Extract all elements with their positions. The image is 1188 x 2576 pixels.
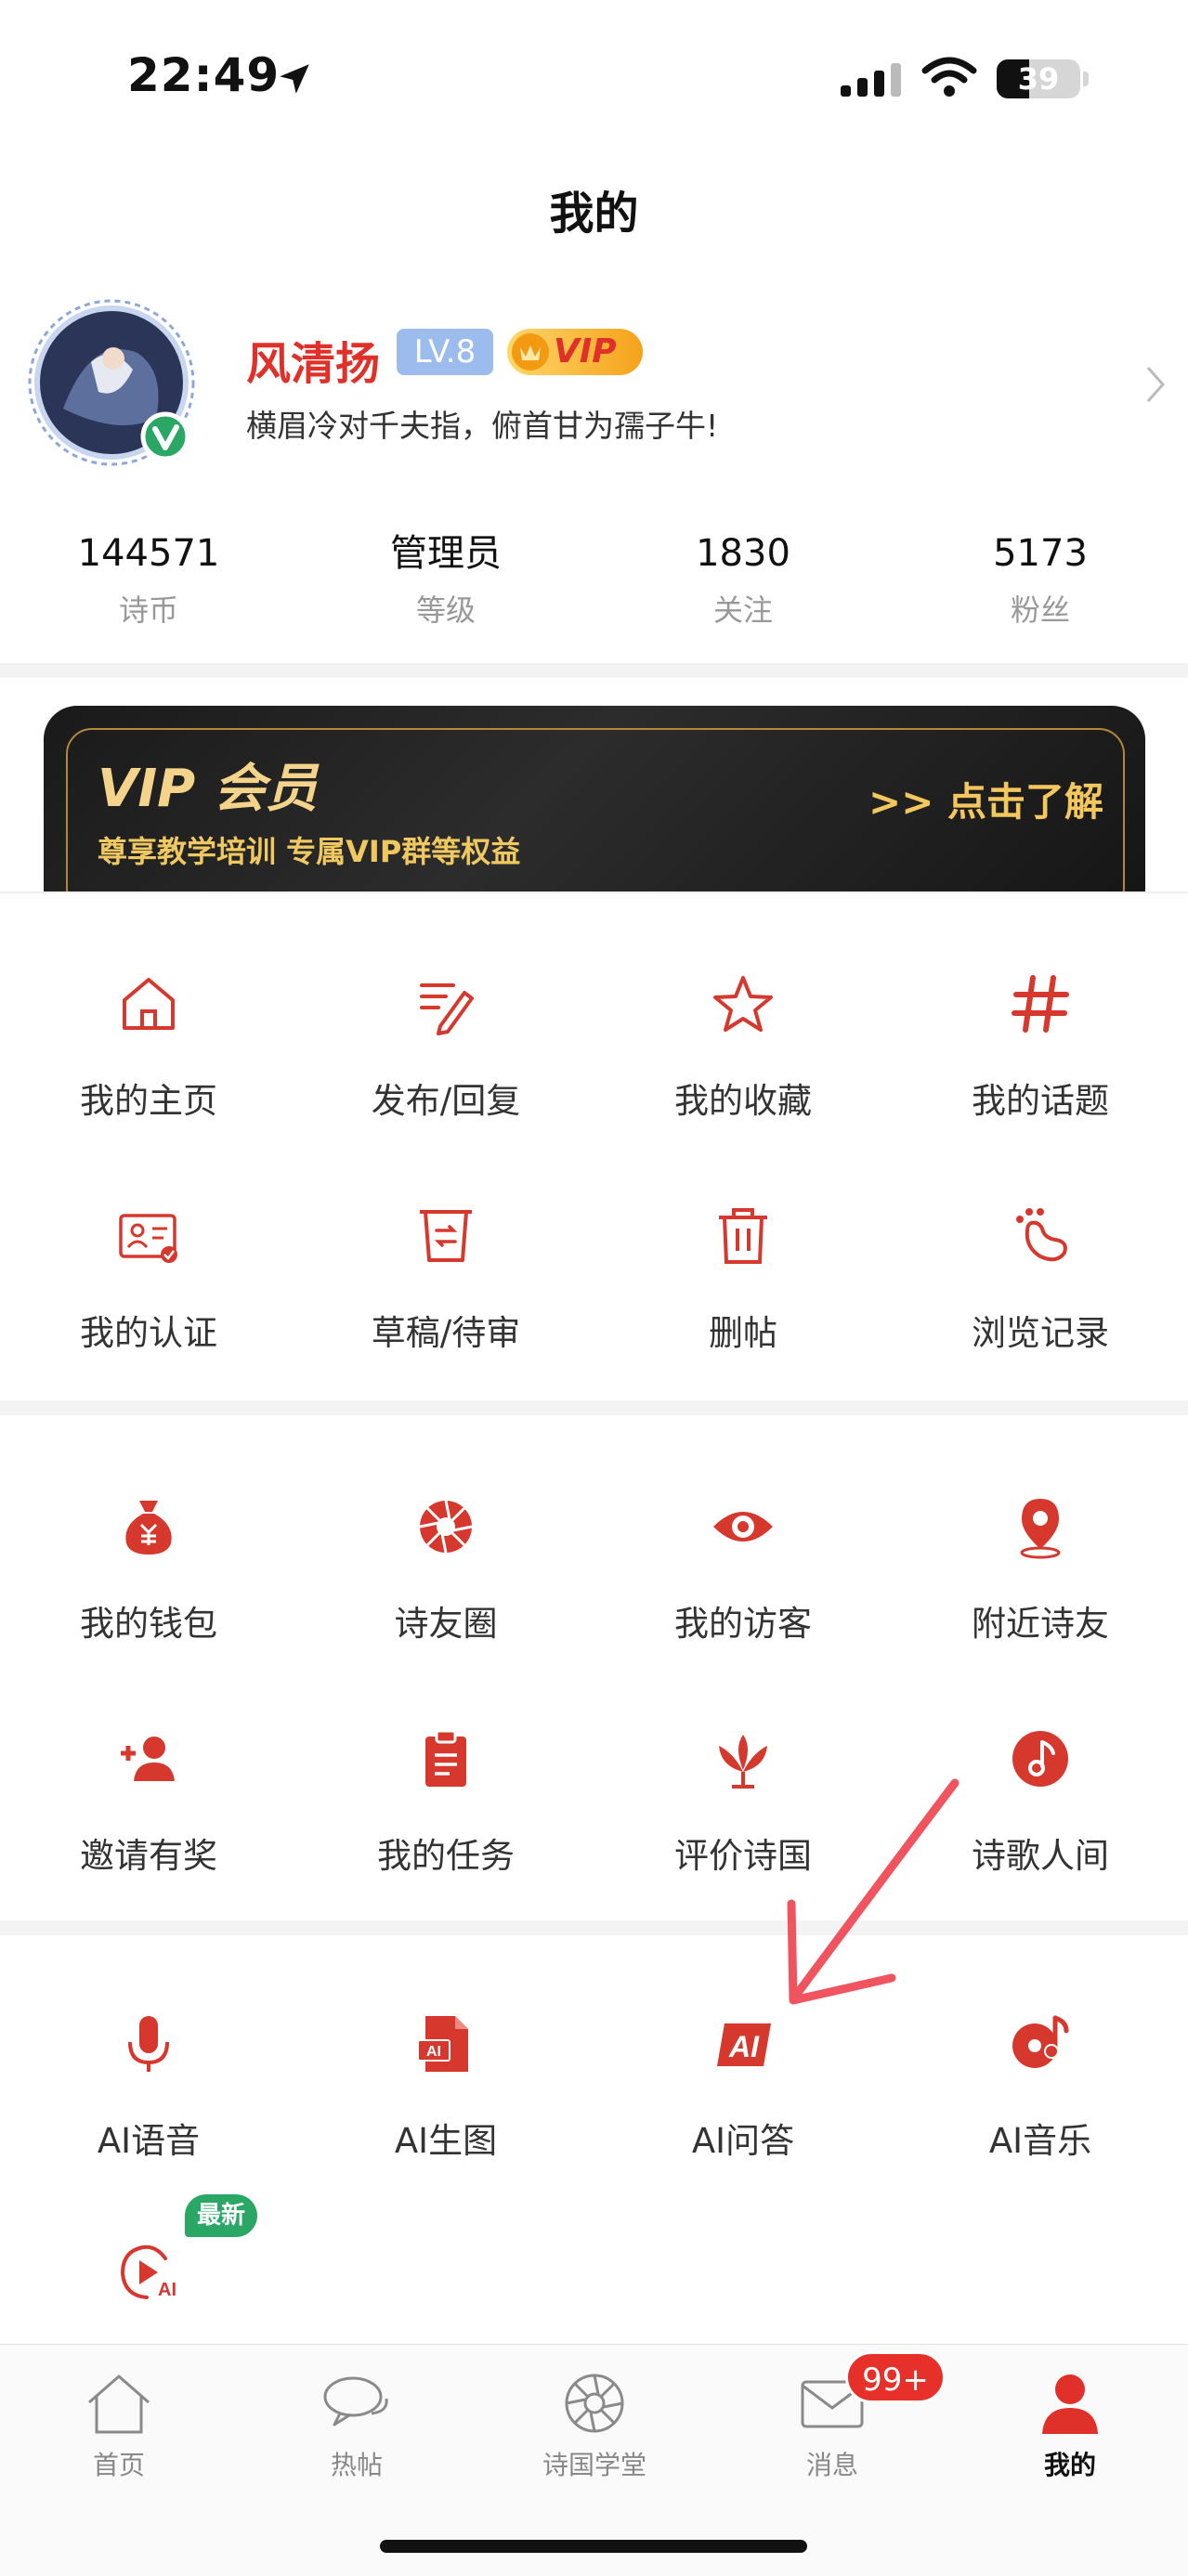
vip-banner-subtitle: 尊享教学培训 专属VIP群等权益	[98, 834, 521, 869]
tab-school[interactable]: 诗国学堂	[476, 2371, 713, 2491]
vip-banner-cta[interactable]: >> 点击了解	[868, 771, 1103, 827]
star-icon	[713, 976, 773, 1032]
vip-badge[interactable]: VIP	[507, 329, 643, 375]
location-arrow-icon	[280, 64, 309, 94]
clipboard-icon	[425, 1729, 466, 1787]
stat-coins[interactable]: 144571 诗币	[0, 529, 297, 630]
grid-item-visitors[interactable]: 我的访客	[594, 1493, 892, 1725]
grid-item-my-topics[interactable]: 我的话题	[892, 970, 1188, 1203]
battery-indicator: 39	[997, 59, 1080, 98]
home-tab-icon	[88, 2374, 150, 2434]
chat-bubbles-icon	[323, 2376, 388, 2426]
grid-item-nearby[interactable]: 附近诗友	[892, 1493, 1188, 1725]
tab-hot-posts[interactable]: 热帖	[238, 2371, 476, 2491]
trash-icon	[719, 1208, 767, 1264]
avatar[interactable]	[26, 297, 202, 474]
message-count-badge: 99+	[845, 2351, 946, 2403]
page-title: 我的	[549, 188, 639, 240]
cellular-signal-icon	[841, 63, 901, 97]
vip-crown-icon	[512, 333, 549, 371]
status-bar: 22:49 39	[0, 0, 1188, 158]
vip-banner[interactable]: VIP 会员 尊享教学培训 专属VIP群等权益 >> 点击了解	[44, 706, 1145, 891]
svg-text:AI: AI	[728, 2030, 760, 2063]
tab-mine[interactable]: 我的	[951, 2371, 1188, 2491]
grid-item-my-homepage[interactable]: 我的主页	[0, 970, 297, 1203]
home-indicator	[380, 2540, 807, 2553]
draft-icon	[420, 1210, 472, 1262]
money-bag-icon	[125, 1501, 172, 1555]
edit-icon	[420, 983, 474, 1035]
ai-video-icon: AI	[120, 2244, 176, 2300]
section-social: 我的钱包 诗友圈 我的访客 附近诗友 邀请有奖 我的任务 评价诗国 诗歌人间	[0, 1493, 1188, 1883]
banner-divider	[0, 891, 1188, 893]
section-my-content: 我的主页 发布/回复 我的收藏 我的话题 我的认证 草稿/待审 删帖 浏览记录	[0, 970, 1188, 1360]
hashtag-icon	[1012, 975, 1069, 1033]
level-badge: LV.8	[397, 329, 493, 375]
person-icon	[1042, 2374, 1098, 2434]
section-divider	[0, 1920, 1188, 1935]
chevron-right-icon[interactable]	[1144, 364, 1167, 405]
user-name: 风清扬	[246, 338, 381, 390]
grid-item-post-reply[interactable]: 发布/回复	[297, 970, 594, 1203]
section-divider	[0, 663, 1188, 678]
new-badge: 最新	[185, 2194, 257, 2237]
footprint-icon	[1016, 1208, 1067, 1262]
battery-cap	[1083, 72, 1089, 86]
id-card-icon	[119, 1214, 177, 1263]
location-pin-icon	[1020, 1499, 1061, 1559]
section-divider	[0, 1400, 1188, 1415]
eye-icon	[713, 1512, 773, 1542]
music-note-icon	[1012, 1731, 1068, 1787]
ai-image-icon: AI	[417, 2016, 468, 2072]
grid-item-ai-music[interactable]: AI音乐	[892, 2010, 1188, 2243]
grid-item-ai-video[interactable]: AI	[0, 2238, 297, 2322]
grid-item-my-favorites[interactable]: 我的收藏	[594, 970, 892, 1203]
grid-item-wallet[interactable]: 我的钱包	[0, 1493, 297, 1725]
status-time: 22:49	[127, 48, 281, 102]
grid-item-poet-circle[interactable]: 诗友圈	[297, 1493, 594, 1725]
aperture-icon	[419, 1500, 473, 1554]
grid-item-ai-qa[interactable]: AI AI问答	[594, 2010, 892, 2243]
svg-text:AI: AI	[426, 2044, 441, 2060]
add-user-icon	[121, 1737, 175, 1781]
ai-music-icon	[1012, 2015, 1069, 2068]
vip-banner-title: VIP 会员	[98, 759, 318, 819]
microphone-icon	[128, 2016, 169, 2072]
grid-item-ai-image[interactable]: AI AI生图	[297, 2010, 594, 2243]
ai-qa-icon: AI	[717, 2023, 771, 2066]
svg-text:AI: AI	[158, 2280, 176, 2300]
section-ai-tools: AI语音 AI AI生图 AI AI问答 AI音乐 AI	[0, 2010, 1188, 2326]
stat-following[interactable]: 1830 关注	[594, 529, 892, 630]
aperture-tab-icon	[565, 2374, 624, 2433]
home-outline-icon	[123, 978, 175, 1030]
stat-followers[interactable]: 5173 粉丝	[892, 529, 1188, 630]
wifi-icon	[921, 57, 977, 97]
lotus-icon	[719, 1735, 767, 1789]
stat-level[interactable]: 管理员 等级	[297, 529, 594, 630]
profile-stats: 144571 诗币 管理员 等级 1830 关注 5173 粉丝	[0, 529, 1188, 631]
tab-home[interactable]: 首页	[0, 2371, 238, 2491]
user-signature: 横眉冷对千夫指，俯首甘为孺子牛!	[246, 408, 719, 444]
